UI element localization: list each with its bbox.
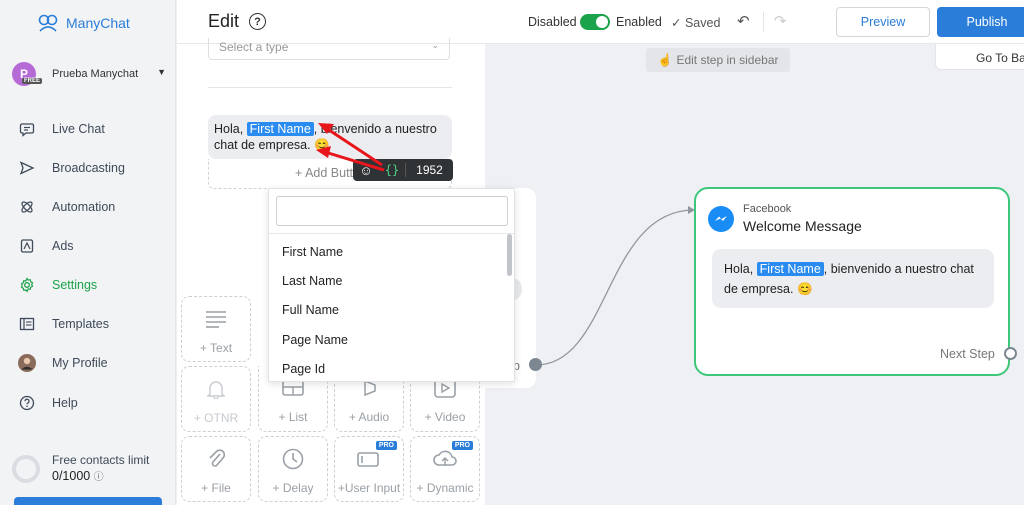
variable-dropdown: First Name Last Name Full Name Page Name… (268, 188, 515, 382)
facebook-message-node[interactable]: Facebook Welcome Message Hola, First Nam… (694, 187, 1017, 376)
message-text: Hola, (724, 262, 757, 276)
next-step-label: Next Step (940, 347, 995, 361)
dropdown-item[interactable]: First Name (282, 245, 343, 259)
messenger-icon (708, 206, 734, 232)
node-message: Hola, First Name, bienvenido a nuestro c… (712, 249, 994, 308)
dropdown-item[interactable]: Full Name (282, 303, 339, 317)
dropdown-item[interactable]: Page Name (282, 333, 348, 347)
dropdown-item[interactable]: Page Id (282, 362, 325, 376)
divider (269, 233, 514, 234)
next-step-connector[interactable] (1004, 347, 1017, 360)
node-platform: Facebook (743, 203, 792, 215)
variable-chip: First Name (756, 262, 824, 276)
dropdown-scrollbar[interactable] (507, 234, 512, 276)
smile-emoji: 😊 (796, 282, 813, 296)
variable-search-input[interactable] (276, 196, 508, 226)
node-title: Welcome Message (743, 218, 862, 234)
dropdown-item[interactable]: Last Name (282, 274, 342, 288)
